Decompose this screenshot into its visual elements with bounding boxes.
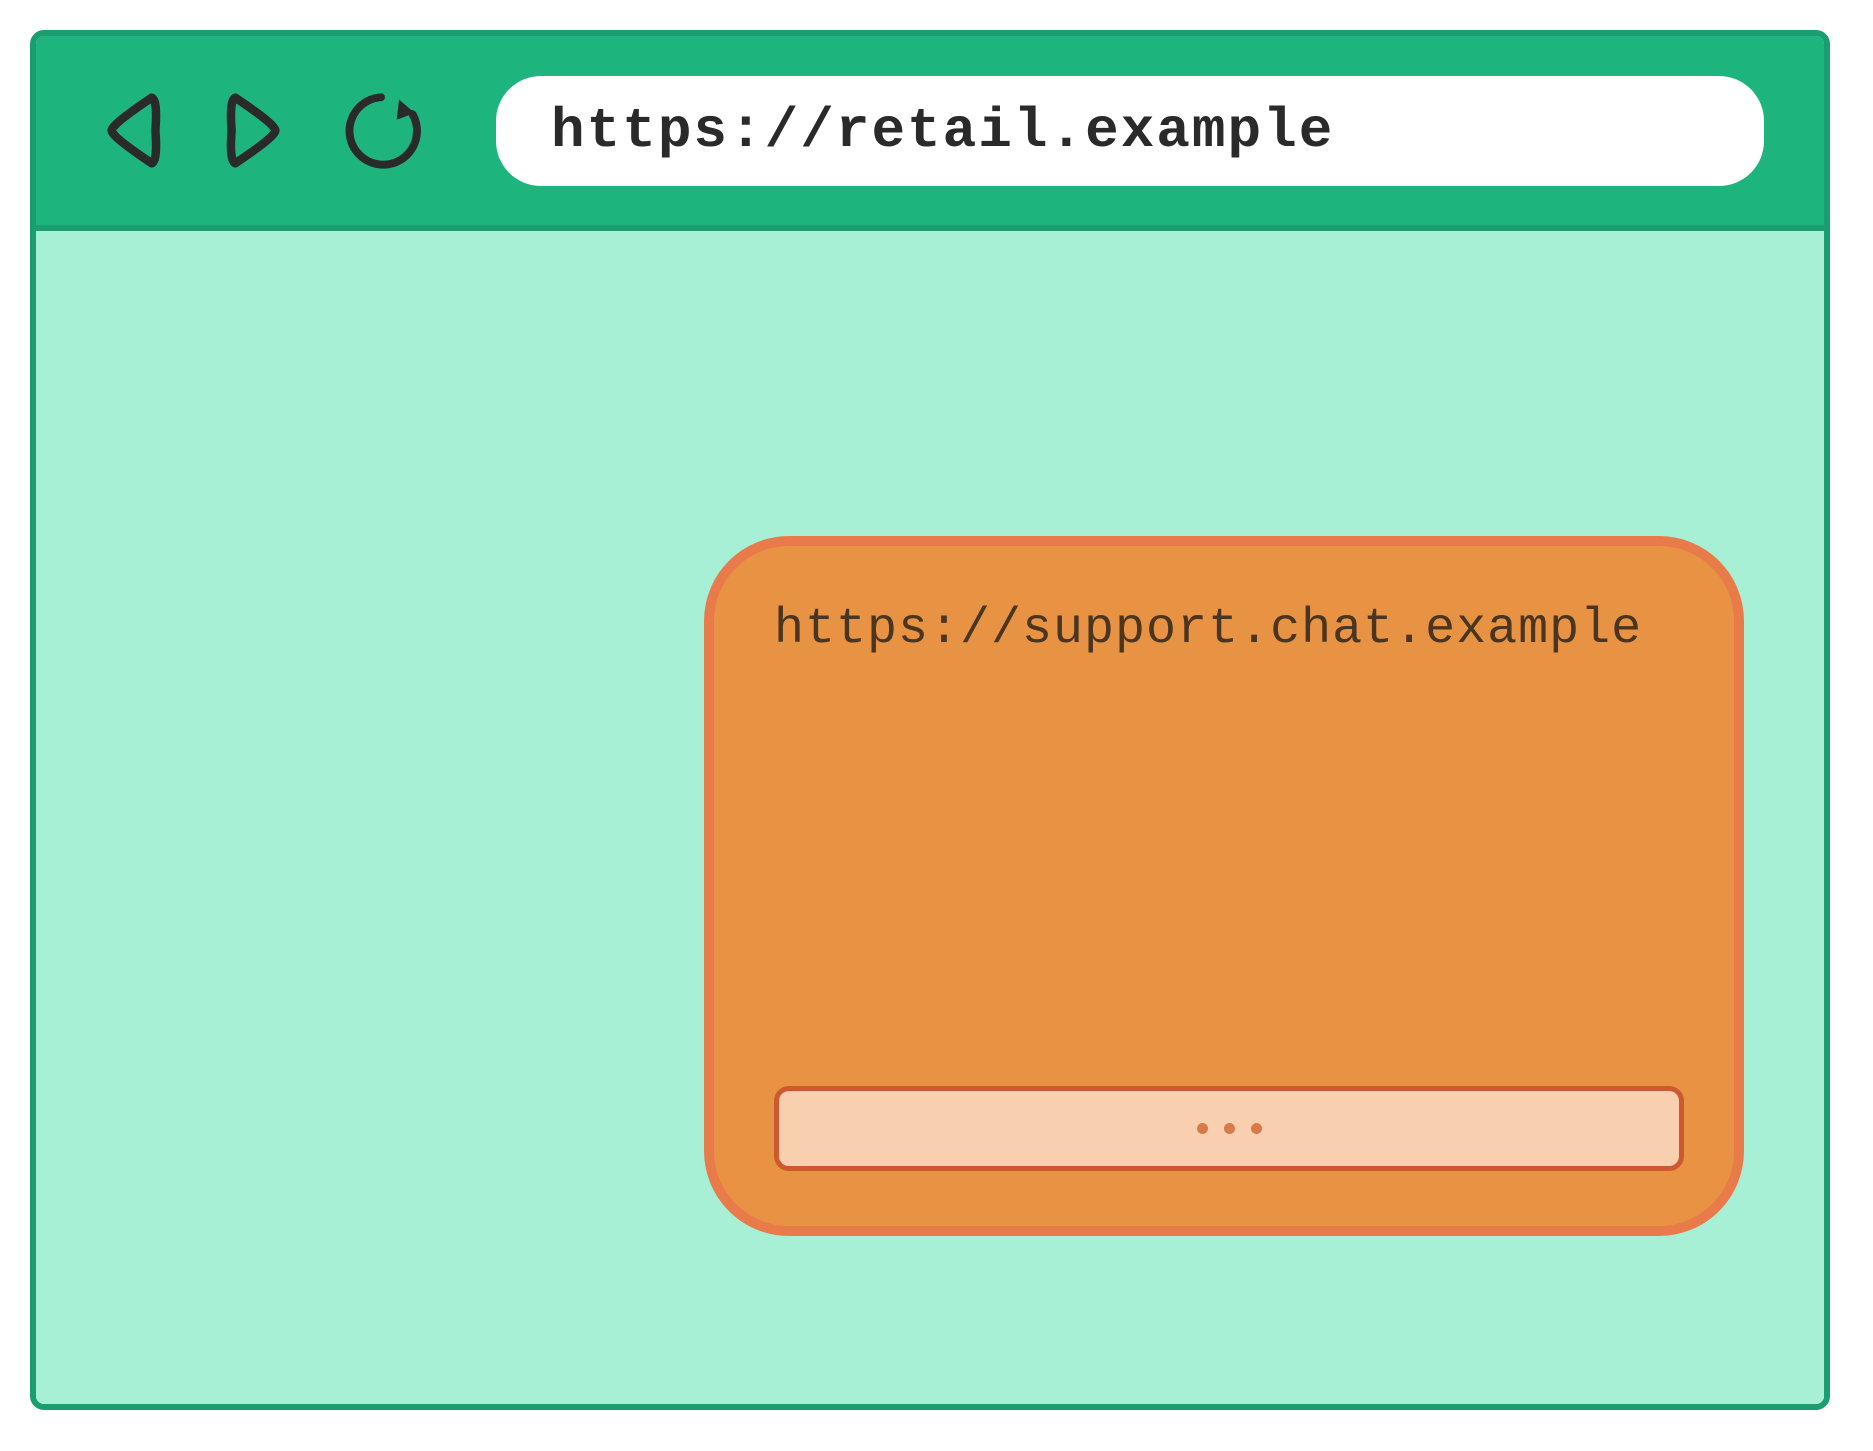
chat-widget: https://support.chat.example [704,536,1744,1236]
back-icon [96,88,171,173]
typing-indicator-icon [1197,1123,1262,1134]
browser-viewport: https://support.chat.example [36,231,1824,1404]
address-bar[interactable]: https://retail.example [496,76,1764,186]
chat-input[interactable] [774,1086,1684,1171]
reload-icon [336,86,426,176]
address-url: https://retail.example [551,99,1334,163]
reload-button[interactable] [336,86,426,176]
back-button[interactable] [96,88,171,173]
browser-toolbar: https://retail.example [36,36,1824,231]
forward-icon [216,88,291,173]
chat-widget-url: https://support.chat.example [774,601,1684,658]
forward-button[interactable] [216,88,291,173]
browser-window: https://retail.example https://support.c… [30,30,1830,1410]
chat-widget-body [774,658,1684,1086]
